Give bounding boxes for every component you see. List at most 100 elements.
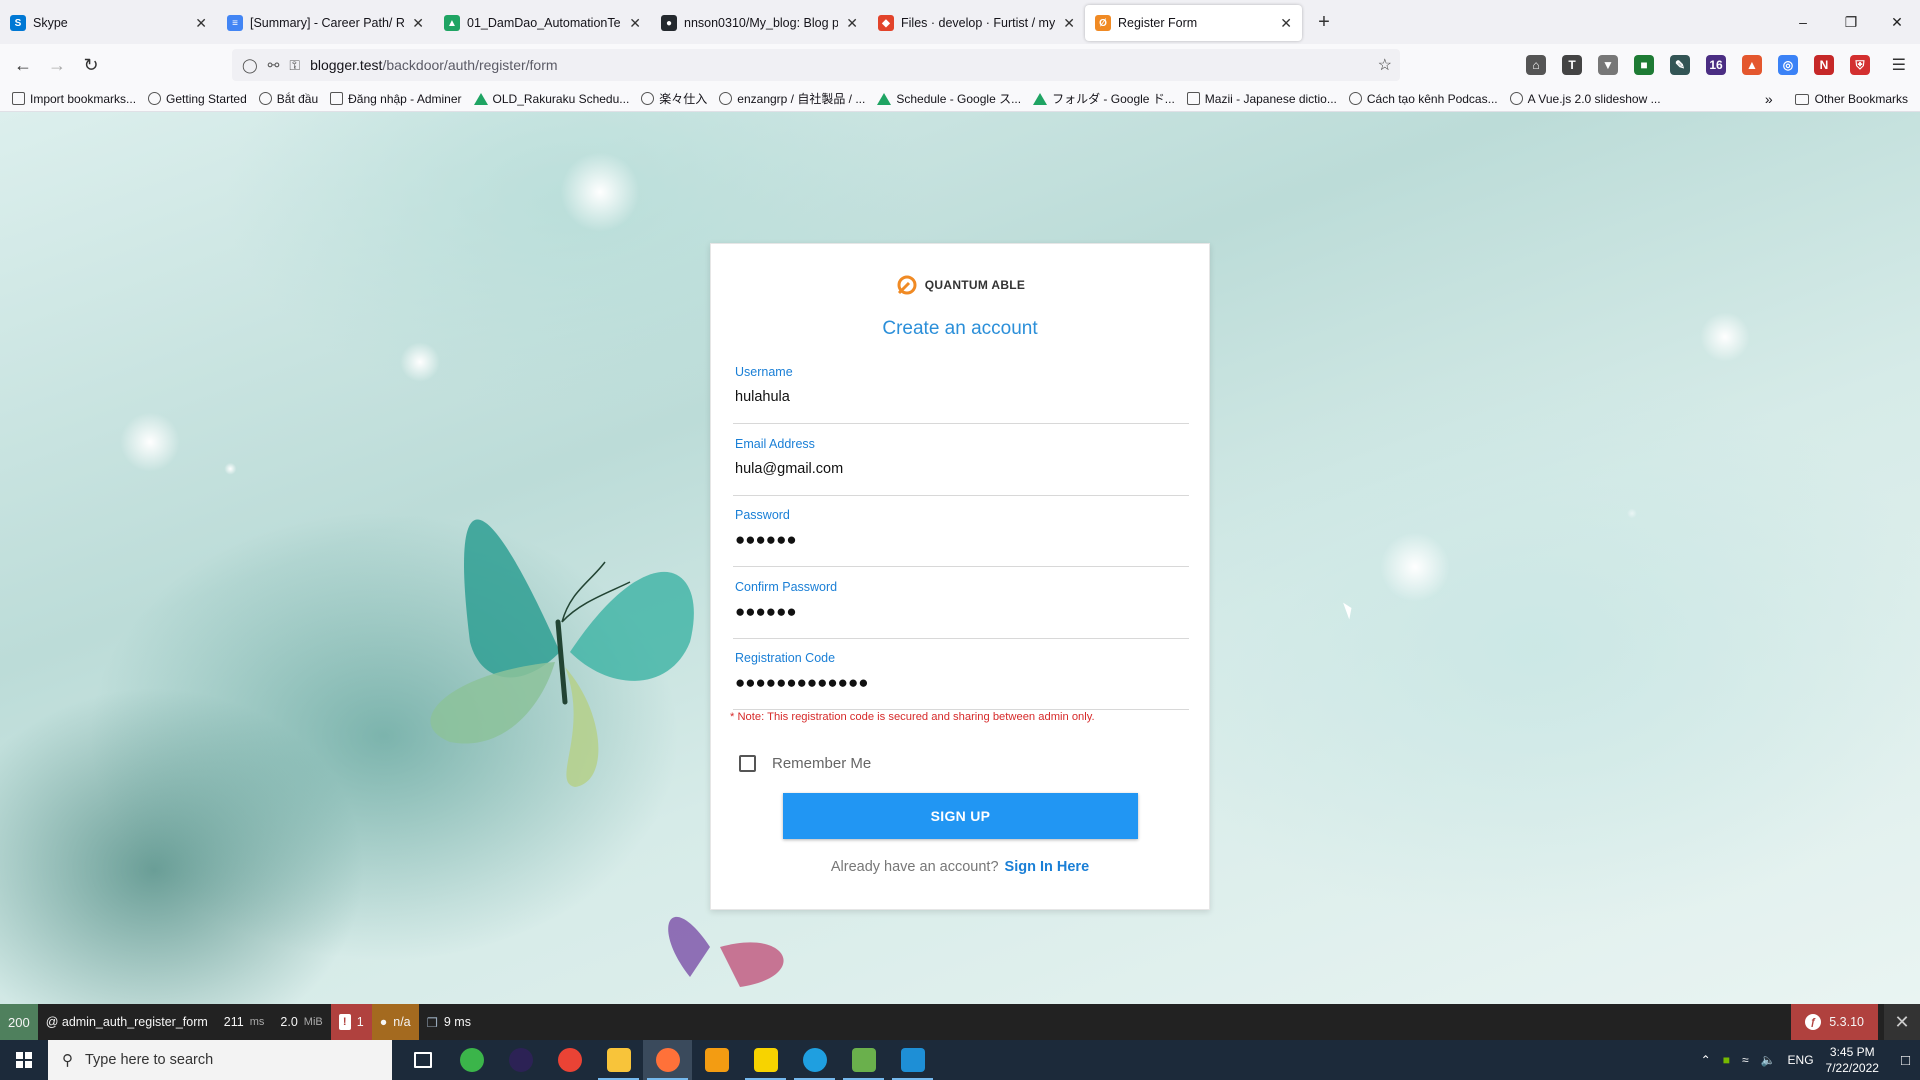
password-input[interactable]: ●●●●●● [735, 530, 797, 550]
browser-tab[interactable]: S Skype ✕ [0, 5, 217, 41]
key-icon[interactable]: ⚿ [289, 57, 300, 74]
debug-toolbar-close-icon[interactable]: ✕ [1884, 1004, 1920, 1040]
new-extension-icon[interactable]: N [1814, 55, 1834, 75]
warning-extension-icon[interactable]: ▲ [1742, 55, 1762, 75]
restore-button[interactable]: ❐ [1828, 0, 1874, 44]
permissions-icon[interactable]: ⚯ [268, 57, 280, 74]
close-tab-icon[interactable]: ✕ [629, 15, 641, 31]
vue-devtools-icon[interactable]: ▼ [1598, 55, 1618, 75]
email-field[interactable]: Email Address hula@gmail.com [733, 432, 1189, 496]
window-close-button[interactable]: ✕ [1874, 0, 1920, 44]
twig-panel[interactable]: ❒ 9 ms [419, 1004, 479, 1040]
bookmark-item[interactable]: Import bookmarks... [12, 92, 136, 106]
bookmarks-overflow-icon[interactable]: » [1765, 91, 1773, 107]
taskbar-app[interactable] [790, 1040, 839, 1080]
taskbar-app[interactable] [741, 1040, 790, 1080]
registration-code-input[interactable]: ●●●●●●●●●●●●● [735, 673, 869, 693]
close-tab-icon[interactable]: ✕ [195, 15, 207, 31]
bookmark-item[interactable]: フォルダ - Google ド... [1033, 90, 1175, 107]
registration-code-field[interactable]: Registration Code ●●●●●●●●●●●●● [733, 646, 1189, 710]
close-tab-icon[interactable]: ✕ [1063, 15, 1075, 31]
taskbar-app[interactable] [692, 1040, 741, 1080]
browser-tab[interactable]: ≡ [Summary] - Career Path/ Reso ✕ [217, 5, 434, 41]
green-extension-icon[interactable]: ■ [1634, 55, 1654, 75]
sign-in-link[interactable]: Sign In Here [1005, 859, 1090, 875]
tab-title: Files · develop · Furtist / myblog [901, 16, 1055, 30]
taskbar-app[interactable] [643, 1040, 692, 1080]
pocket-icon[interactable]: ⌂ [1526, 55, 1546, 75]
notifications-icon[interactable]: □ [1901, 1052, 1910, 1069]
mazii-icon [1186, 92, 1200, 105]
sign-up-button[interactable]: SIGN UP [783, 793, 1138, 839]
taskbar-search[interactable]: ⚲ Type here to search [48, 1040, 392, 1080]
password-field[interactable]: Password ●●●●●● [733, 503, 1189, 567]
browser-tab[interactable]: Ø Register Form ✕ [1085, 5, 1302, 41]
wifi-icon[interactable]: ≈ [1742, 1053, 1749, 1067]
browser-tab[interactable]: ▲ 01_DamDao_AutomationTester ✕ [434, 5, 651, 41]
remember-me-label[interactable]: Remember Me [772, 755, 871, 772]
bookmark-item[interactable]: enzangrp / 自社製品 / ... [719, 90, 865, 107]
drive-icon [473, 92, 488, 105]
remember-me[interactable]: Remember Me [739, 755, 871, 772]
taskbar-app[interactable] [594, 1040, 643, 1080]
confirm-password-field[interactable]: Confirm Password ●●●●●● [733, 575, 1189, 639]
username-input[interactable]: hulahula [735, 389, 790, 405]
minimize-button[interactable]: – [1780, 0, 1826, 44]
browser-tab[interactable]: ◆ Files · develop · Furtist / myblog ✕ [868, 5, 1085, 41]
close-tab-icon[interactable]: ✕ [1280, 15, 1292, 31]
memory-usage[interactable]: 2.0 MiB [272, 1004, 330, 1040]
t-extension-icon[interactable]: T [1562, 55, 1582, 75]
language-indicator[interactable]: ENG [1788, 1053, 1814, 1067]
remember-me-checkbox[interactable] [739, 755, 756, 772]
bookmark-item[interactable]: OLD_Rakuraku Schedu... [473, 92, 629, 106]
forward-button[interactable]: → [40, 49, 74, 81]
bookmark-label: A Vue.js 2.0 slideshow ... [1527, 91, 1661, 106]
close-tab-icon[interactable]: ✕ [846, 15, 858, 31]
shield-red-icon[interactable]: ⛨ [1850, 55, 1870, 75]
bookmark-item[interactable]: Getting Started [148, 92, 247, 106]
taskbar-app[interactable] [496, 1040, 545, 1080]
start-button[interactable] [0, 1040, 48, 1080]
clock[interactable]: 3:45 PM 7/22/2022 [1826, 1044, 1879, 1076]
confirm-password-input[interactable]: ●●●●●● [735, 602, 797, 622]
taskbar-app[interactable] [888, 1040, 937, 1080]
new-tab-button[interactable]: + [1306, 4, 1342, 40]
show-hidden-icons-icon[interactable]: ⌃ [1701, 1053, 1711, 1067]
taskbar-app[interactable] [545, 1040, 594, 1080]
taskbar-app[interactable] [839, 1040, 888, 1080]
route-name[interactable]: @ admin_auth_register_form [38, 1004, 216, 1040]
bookmark-item[interactable]: Mazii - Japanese dictio... [1186, 92, 1337, 106]
bookmark-item[interactable]: Schedule - Google ス... [877, 90, 1021, 107]
badge-extension-icon[interactable]: 16 [1706, 55, 1726, 75]
back-button[interactable]: ← [6, 49, 40, 81]
reload-button[interactable]: ↻ [74, 49, 108, 81]
request-time[interactable]: 211 ms [216, 1004, 273, 1040]
browser-tab[interactable]: ● nnson0310/My_blog: Blog proje ✕ [651, 5, 868, 41]
bookmark-item[interactable]: Cách tạo kênh Podcas... [1348, 92, 1498, 106]
nvidia-icon[interactable]: ■ [1723, 1053, 1730, 1067]
close-tab-icon[interactable]: ✕ [412, 15, 424, 31]
bookmark-item[interactable]: Bắt đầu [258, 92, 318, 106]
other-bookmarks[interactable]: Other Bookmarks [1815, 92, 1908, 106]
symfony-version-badge[interactable]: ƒ 5.3.10 [1791, 1004, 1878, 1040]
bookmark-item[interactable]: A Vue.js 2.0 slideshow ... [1509, 91, 1661, 106]
exclamation-icon: ! [338, 1014, 351, 1030]
bookmark-label: Schedule - Google ス... [896, 92, 1022, 106]
email-input[interactable]: hula@gmail.com [735, 461, 843, 477]
drive-icon [877, 92, 892, 105]
http-status-badge[interactable]: 200 [0, 1004, 38, 1040]
menu-icon[interactable]: ☰ [1892, 55, 1906, 75]
address-bar[interactable]: ◯ ⚯ ⚿ blogger.test/backdoor/auth/registe… [232, 49, 1400, 81]
username-field[interactable]: Username hulahula [733, 360, 1189, 424]
bookmark-star-icon[interactable]: ☆ [1378, 55, 1392, 75]
bookmark-item[interactable]: Đăng nhập - Adminer [330, 92, 462, 106]
volume-icon[interactable]: 🔈 [1761, 1053, 1776, 1067]
color-picker-icon[interactable]: ✎ [1670, 55, 1690, 75]
errors-panel[interactable]: ! 1 [330, 1004, 372, 1040]
tracking-shield-icon[interactable]: ◯ [242, 57, 258, 74]
taskbar-app[interactable] [398, 1040, 447, 1080]
chrome-ext-icon[interactable]: ◎ [1778, 55, 1798, 75]
taskbar-app[interactable] [447, 1040, 496, 1080]
bookmark-item[interactable]: 楽々仕入 [641, 90, 707, 107]
security-panel[interactable]: ● n/a [371, 1004, 419, 1040]
